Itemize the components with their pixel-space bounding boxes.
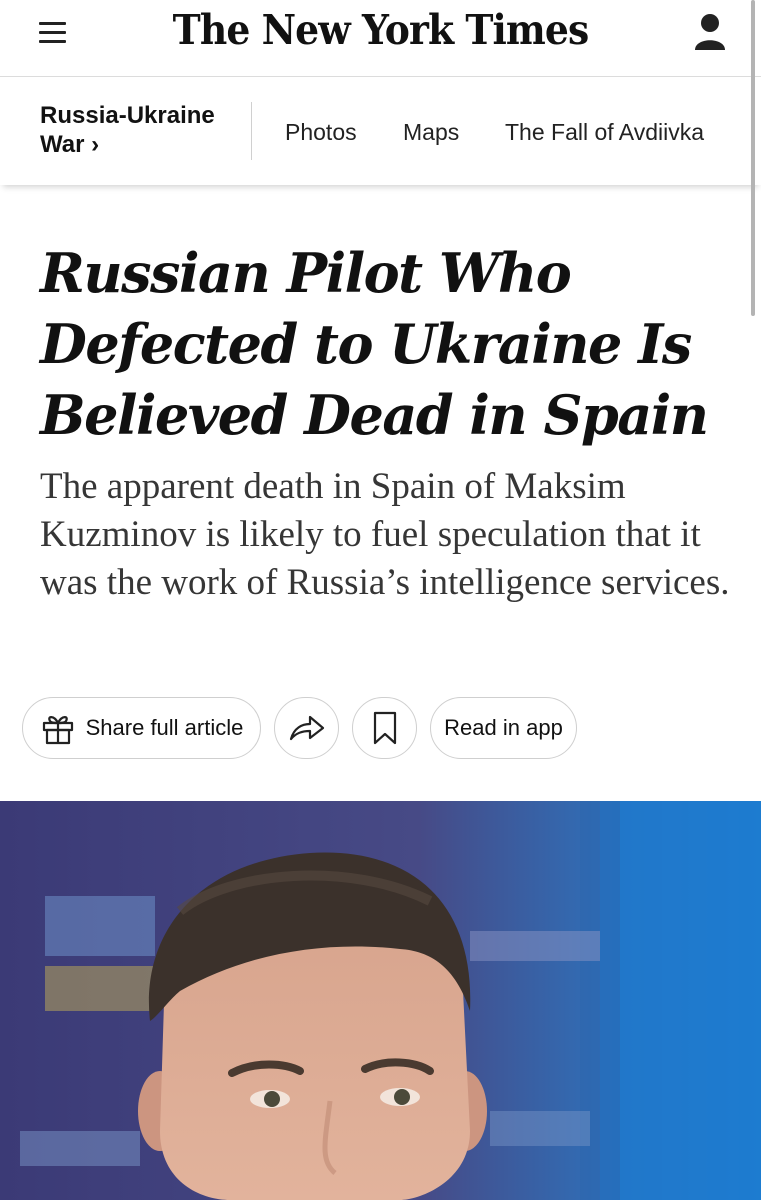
page-scrollbar[interactable] [751,0,755,316]
bookmark-icon [372,711,398,745]
nav-link-photos[interactable]: Photos [285,119,357,146]
section-title-line1: Russia-Ukraine [40,102,215,129]
lead-photo [0,801,761,1200]
article-headline: Russian Pilot Who Defected to Ukraine Is… [40,241,709,447]
nav-divider [251,102,252,160]
masthead: The New York Times [0,0,761,77]
gift-icon [40,710,76,746]
share-full-article-button[interactable]: Share full article [22,697,261,759]
save-button[interactable] [352,697,417,759]
share-arrow-icon [288,713,326,743]
nav-link-maps[interactable]: Maps [403,119,459,146]
share-full-article-label: Share full article [85,715,244,740]
section-title-link[interactable]: Russia-Ukraine War › [40,101,240,159]
person-icon[interactable] [693,12,727,52]
read-in-app-label: Read in app [444,715,563,740]
share-button[interactable] [274,697,339,759]
section-title-line2: War › [40,131,100,158]
read-in-app-button[interactable]: Read in app [430,697,577,759]
nyt-logo[interactable]: The New York Times [30,6,730,54]
section-nav: Russia-Ukraine War › Photos Maps The Fal… [0,77,761,185]
nav-link-fall-of-avdiivka[interactable]: The Fall of Avdiivka [505,119,704,146]
article-summary: The apparent death in Spain of Maksim Ku… [40,466,730,603]
